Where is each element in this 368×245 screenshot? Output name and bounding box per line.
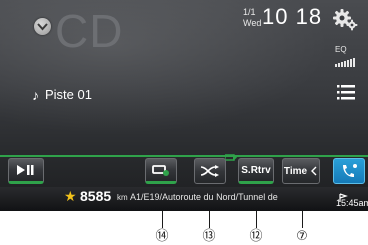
list-button[interactable]: [337, 85, 355, 104]
remaining-distance: 8585: [80, 188, 112, 204]
callout-number: ⑦: [296, 229, 308, 244]
callout-line: [256, 211, 257, 228]
callout-annotations: ⑭ ⑬ ⑫ ⑦: [0, 211, 368, 245]
date-number: 1/1: [243, 7, 256, 17]
distance-unit: km: [117, 193, 128, 202]
music-note-icon: ♪: [32, 86, 39, 103]
source-title: CD: [55, 5, 124, 57]
eta-time: 15:45am: [336, 198, 368, 208]
star-icon: ★: [64, 189, 77, 205]
callout-line: [209, 211, 210, 228]
time-display-label: Time: [283, 165, 308, 177]
random-button[interactable]: [194, 158, 226, 184]
progress-line: [0, 155, 368, 157]
eq-button[interactable]: EQ: [335, 46, 355, 72]
clock: 10 18: [262, 4, 323, 29]
callout-number: ⑫: [249, 229, 263, 244]
collapse-button[interactable]: [34, 18, 51, 35]
phone-button[interactable]: [333, 158, 365, 184]
time-display-button[interactable]: Time: [282, 158, 320, 184]
phone-icon: [343, 164, 357, 177]
callout-line: [302, 211, 303, 228]
av-source-screen: CD 1/1 Wed 10 18 EQ ♪ Piste 01 S.Rtrv Ti…: [0, 0, 368, 211]
callout-number: ⑭: [155, 229, 169, 244]
chevron-down-icon: [37, 23, 48, 31]
repeat-icon: [152, 165, 169, 176]
eq-label: EQ: [335, 45, 347, 54]
sound-retriever-button[interactable]: S.Rtrv: [238, 158, 274, 184]
track-info: ♪ Piste 01: [32, 87, 92, 102]
callout-line: [162, 211, 163, 228]
chevron-left-icon: [311, 166, 317, 176]
play-pause-icon: [17, 165, 34, 175]
settings-button[interactable]: [333, 9, 359, 35]
callout-number: ⑬: [202, 229, 216, 244]
settings-icon: [333, 9, 358, 31]
control-bar: S.Rtrv Time: [0, 158, 368, 184]
sound-retriever-label: S.Rtrv: [241, 164, 271, 176]
repeat-button[interactable]: [145, 158, 177, 184]
track-title: Piste 01: [45, 87, 92, 102]
play-pause-button[interactable]: [8, 158, 44, 184]
list-icon: [337, 85, 355, 100]
day-of-week: Wed: [243, 18, 262, 28]
road-name: A1/E19/Autoroute du Nord/Tunnel de: [130, 193, 278, 202]
shuffle-icon: [200, 165, 219, 177]
eq-icon: [335, 58, 355, 67]
